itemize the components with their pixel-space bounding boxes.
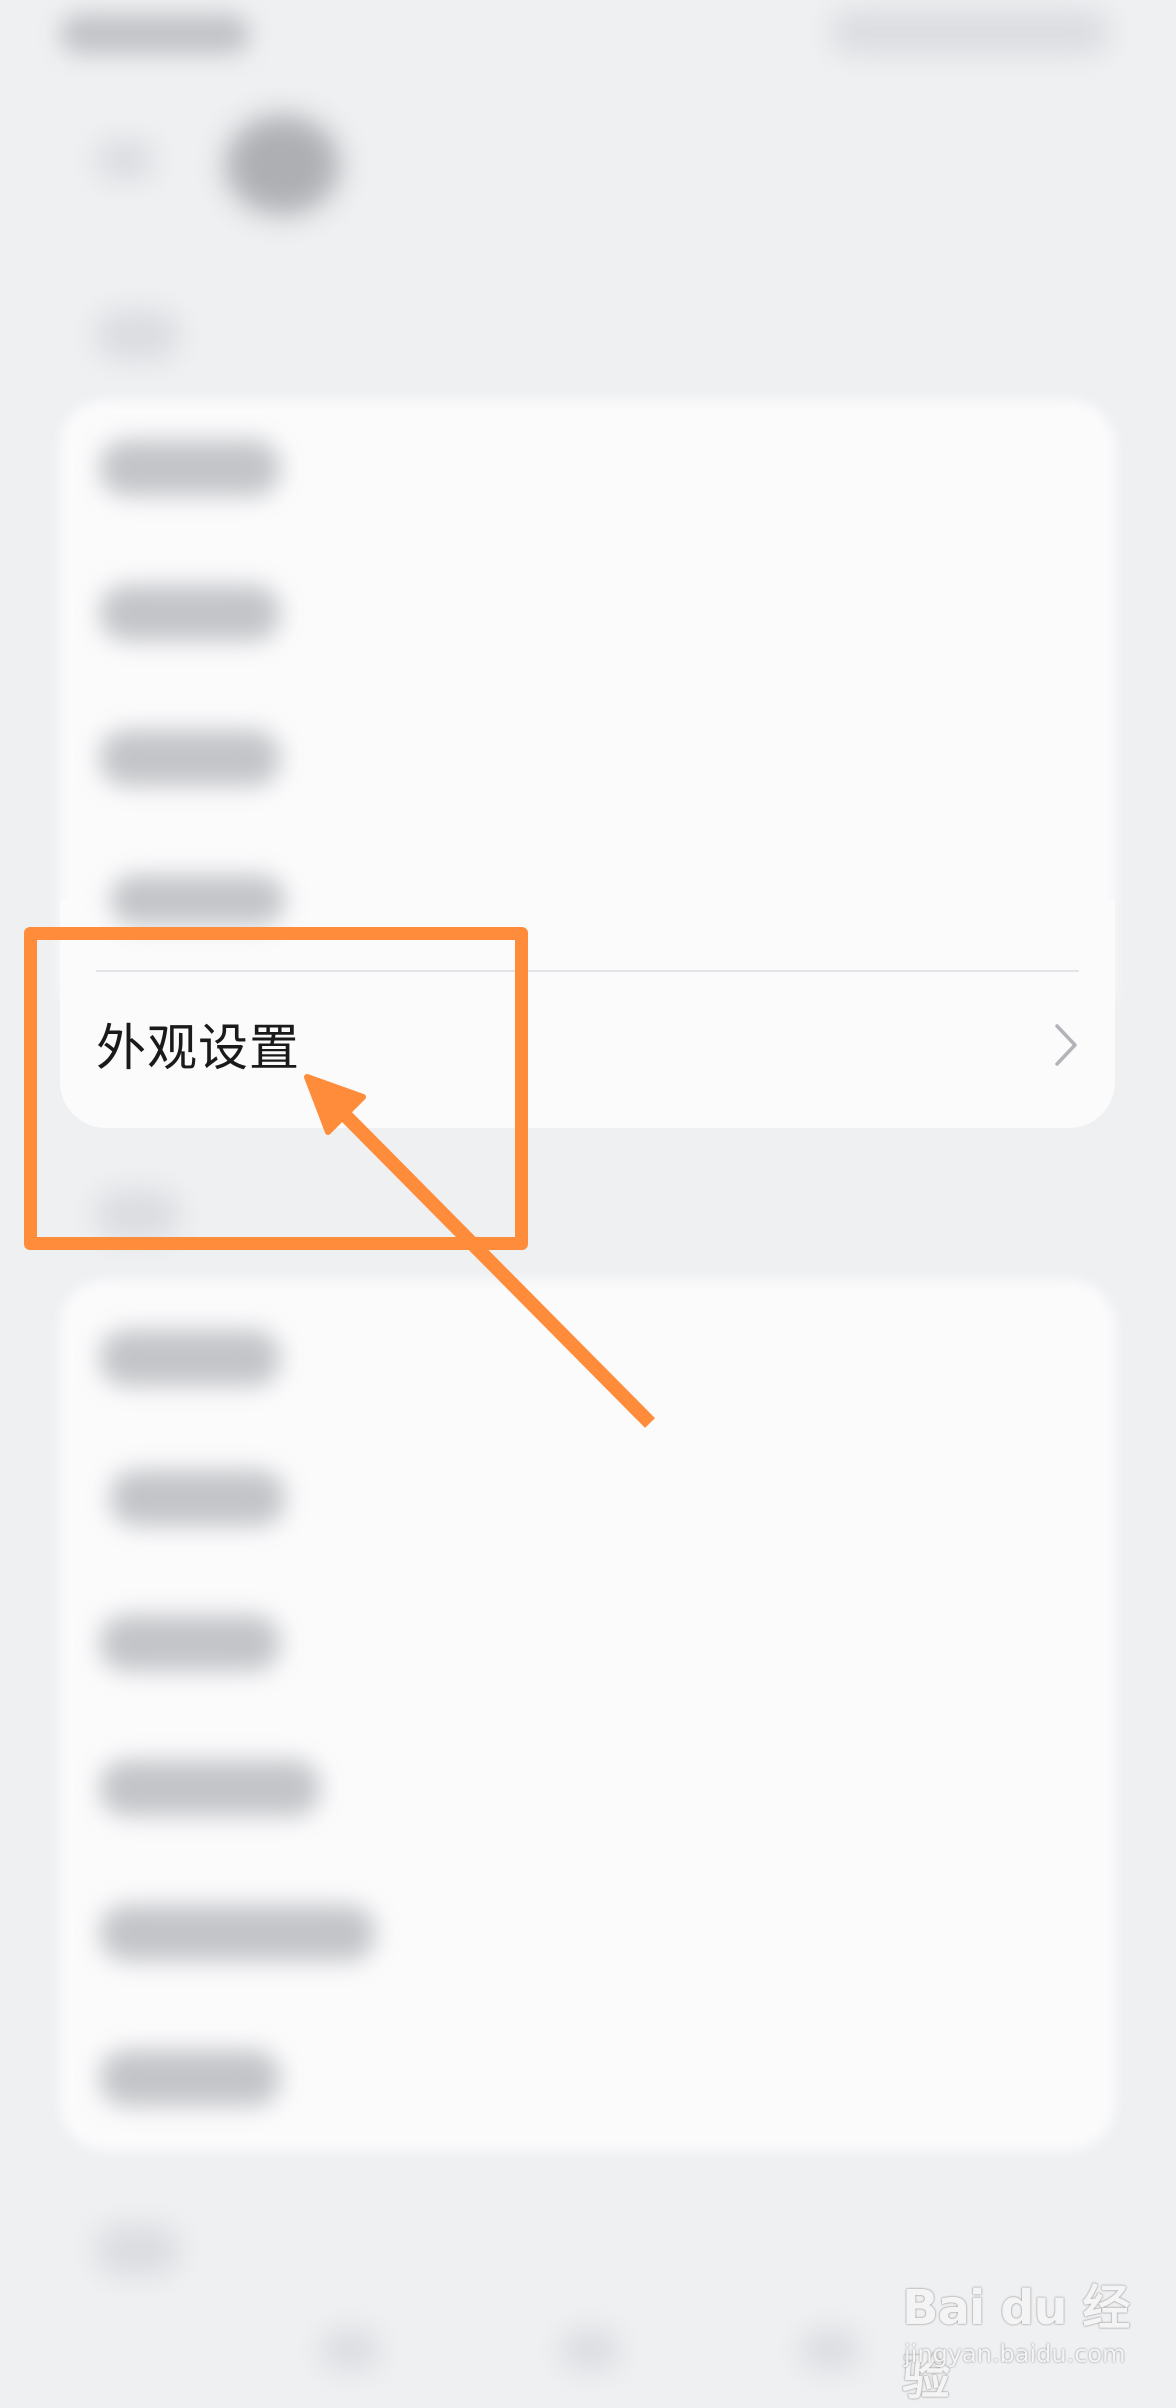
section-title bbox=[95, 2225, 180, 2275]
watermark-brand: Bai du 经验 bbox=[902, 2280, 1130, 2406]
back-button[interactable] bbox=[95, 140, 155, 180]
chevron-right-icon bbox=[1055, 1024, 1077, 1066]
status-bar-time bbox=[60, 14, 250, 54]
nav-item[interactable] bbox=[320, 2330, 380, 2370]
setting-item[interactable] bbox=[100, 1615, 280, 1671]
setting-item[interactable] bbox=[100, 585, 280, 641]
watermark: Bai du 经验 jingyan.baidu.com bbox=[896, 2268, 1136, 2406]
setting-item[interactable] bbox=[100, 2050, 280, 2106]
nav-item[interactable] bbox=[560, 2330, 620, 2370]
section-title bbox=[95, 310, 180, 360]
setting-item[interactable] bbox=[100, 440, 280, 496]
settings-card-other bbox=[60, 1280, 1115, 2150]
avatar[interactable] bbox=[225, 115, 340, 215]
nav-item[interactable] bbox=[800, 2330, 860, 2370]
setting-item[interactable] bbox=[110, 1470, 285, 1526]
setting-item[interactable] bbox=[110, 875, 285, 925]
highlight-box bbox=[24, 927, 528, 1250]
setting-item[interactable] bbox=[100, 1760, 320, 1816]
setting-item[interactable] bbox=[100, 730, 280, 786]
status-bar-icons bbox=[830, 10, 1110, 54]
watermark-url: jingyan.baidu.com bbox=[904, 2340, 1126, 2368]
setting-item[interactable] bbox=[100, 1905, 375, 1961]
setting-item[interactable] bbox=[100, 1330, 280, 1386]
